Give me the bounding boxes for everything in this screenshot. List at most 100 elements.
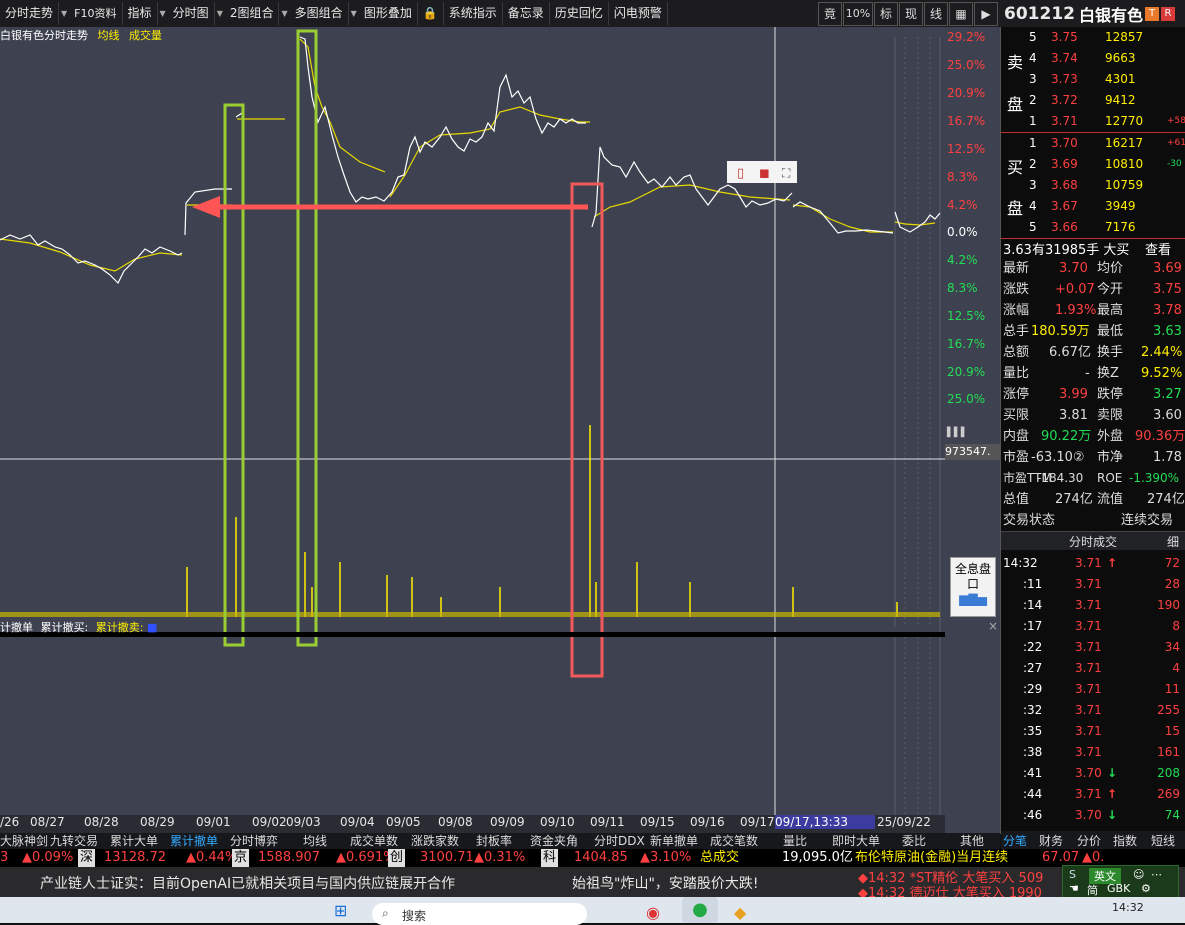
orderbook-buy-row[interactable]: 1 3.70 16217 +61 <box>1029 133 1185 154</box>
tick-volume: 190 <box>1157 598 1180 612</box>
toolbar-btn-f10[interactable]: F10资料 <box>69 2 123 25</box>
tab-indicator[interactable]: 分时博弈 <box>230 833 278 849</box>
ime-mode[interactable]: 简 <box>1087 882 1098 898</box>
ticker-item: 3 <box>0 850 9 865</box>
stat-label: 卖限 <box>1097 408 1124 423</box>
fullview-label: 全息盘口 <box>955 562 992 591</box>
chrome-icon[interactable]: ◉ <box>646 903 660 922</box>
orderbook-sell-row[interactable]: 4 3.74 9663 <box>1029 48 1185 69</box>
orderbook-buy-row[interactable]: 4 3.67 3949 <box>1029 196 1185 217</box>
wechat-icon[interactable]: ● <box>682 897 718 923</box>
big-order-link[interactable]: 查看 <box>1145 239 1171 258</box>
tab-finance[interactable]: 财务 <box>1039 832 1063 849</box>
lock-icon[interactable]: 🔒 <box>418 2 444 25</box>
stat-row: 涨停 3.99 跌停 3.27 <box>1003 384 1185 405</box>
gear-icon[interactable]: ⚙ <box>1141 882 1151 895</box>
tab-indicator[interactable]: 委比 <box>902 833 926 849</box>
stat-label: 总额 <box>1003 345 1030 360</box>
toolbar-btn-10pct[interactable]: 10% <box>843 2 873 26</box>
tab-indicator[interactable]: 量比 <box>783 833 807 849</box>
toolbar-btn-jing[interactable]: 竟 <box>818 2 842 26</box>
toolbar-btn-indicator[interactable]: 指标 <box>123 2 158 25</box>
tick-row: :35 3.71 15 <box>1003 721 1185 742</box>
tab-indicator[interactable]: 资金夹角 <box>530 833 578 849</box>
more-icon[interactable]: ⋯ <box>1151 868 1162 881</box>
search-box[interactable]: ⌕ 搜索 <box>372 903 587 925</box>
dropdown-arrow-icon[interactable]: ▼ <box>158 9 168 18</box>
stat-value: 3.27 <box>1153 387 1182 402</box>
ticker-item: 创 <box>388 849 406 867</box>
tab-indicator-active[interactable]: 累计撤单 <box>170 833 218 849</box>
tab-indicator[interactable]: 均线 <box>303 833 327 849</box>
pct-label: 29.2% <box>947 30 986 44</box>
toolbar-btn-2chart[interactable]: 2图组合 <box>225 2 280 25</box>
tab-price-distribution[interactable]: 分价 <box>1077 832 1101 849</box>
grid-icon[interactable]: ▦ <box>949 2 973 26</box>
windows-start-icon[interactable]: ⊞ <box>334 901 347 920</box>
ime-encoding[interactable]: GBK <box>1107 882 1130 895</box>
fullview-button[interactable]: 全息盘口 ▆▇▅ <box>950 557 996 617</box>
tick-volume: 4 <box>1172 661 1180 675</box>
tick-price: 3.71 <box>1075 682 1102 696</box>
expand-icon[interactable]: ⛶ <box>781 166 791 180</box>
tick-time: :38 <box>1023 745 1043 759</box>
tab-indicator[interactable]: 累计大单 <box>110 833 158 849</box>
orderbook-sell-row[interactable]: 2 3.72 9412 <box>1029 90 1185 111</box>
orderbook-buy-row[interactable]: 3 3.68 10759 <box>1029 175 1185 196</box>
dropdown-arrow-icon[interactable]: ▼ <box>215 9 225 18</box>
toolbar-btn-intraday-chart[interactable]: 分时图 <box>168 2 215 25</box>
play-icon[interactable]: ▶ <box>974 2 998 26</box>
tab-indicator[interactable]: 成交单数 <box>350 833 398 849</box>
doc-icon[interactable]: ▯ <box>737 166 744 181</box>
toolbar-btn-line[interactable]: 线 <box>924 2 948 26</box>
hand-icon[interactable]: ☚ <box>1069 882 1079 895</box>
tab-indicator[interactable]: 成交笔数 <box>710 833 758 849</box>
volume-bars-icon: ▌▌▌ <box>947 428 968 438</box>
tick-volume: 8 <box>1172 619 1180 633</box>
dropdown-arrow-icon[interactable]: ▼ <box>59 9 69 18</box>
toolbar-btn-multichart[interactable]: 多图组合 <box>290 2 349 25</box>
orderbook-sell-row[interactable]: 5 3.75 12857 <box>1029 27 1185 48</box>
ticks-detail-button[interactable]: 细 <box>1167 533 1179 550</box>
tab-indicator[interactable]: 封板率 <box>476 833 512 849</box>
tick-row: :46 3.70 ↓ 74 <box>1003 805 1185 826</box>
toolbar-btn-intraday[interactable]: 分时走势 <box>0 2 60 25</box>
news-headline[interactable]: 产业链人士证实：目前OpenAI已就相关项目与国内供应链展开合作 <box>40 873 455 893</box>
ime-toolbar[interactable]: S 英文 ☺ ⋯ ☚ 简 GBK ⚙ <box>1062 865 1179 899</box>
orderbook-buy-row[interactable]: 5 3.66 7176 <box>1029 217 1185 238</box>
toolbar-btn-history[interactable]: 历史回忆 <box>550 2 609 25</box>
app-icon[interactable]: ◆ <box>734 903 746 922</box>
orderbook-sell-row[interactable]: 1 3.71 12770 +58 <box>1029 111 1185 132</box>
toolbar-btn-memo[interactable]: 备忘录 <box>503 2 550 25</box>
os-taskbar: ⊞ ⌕ 搜索 ◉ ● ◆ 14:32 <box>0 897 1185 925</box>
stat-value: -1.390% <box>1129 471 1180 485</box>
orderbook-buy-row[interactable]: 2 3.69 10810 -30 <box>1029 154 1185 175</box>
close-icon[interactable]: × <box>988 619 998 633</box>
tab-index[interactable]: 指数 <box>1113 832 1137 849</box>
tab-indicator[interactable]: 分时DDX <box>594 833 645 849</box>
toolbar-btn-overlay[interactable]: 图形叠加 <box>359 2 418 25</box>
toolbar-btn-alert[interactable]: 闪电预警 <box>609 2 668 25</box>
tab-indicator[interactable]: 即时大单 <box>832 833 880 849</box>
toolbar-btn-now[interactable]: 现 <box>899 2 923 26</box>
tab-indicator[interactable]: 涨跌家数 <box>411 833 459 849</box>
tab-indicator[interactable]: 新单撤单 <box>650 833 698 849</box>
tick-price: 3.71 <box>1075 598 1102 612</box>
news-headline[interactable]: 始祖鸟"炸山"，安踏股价大跌! <box>572 873 759 893</box>
ob-level: 1 <box>1029 114 1037 128</box>
ob-level: 2 <box>1029 93 1037 107</box>
toolbar-btn-mark[interactable]: 标 <box>874 2 898 26</box>
toolbar-btn-system-indicator[interactable]: 系统指示 <box>444 2 503 25</box>
dropdown-arrow-icon[interactable]: ▼ <box>349 9 359 18</box>
orderbook-sell-row[interactable]: 3 3.73 4301 <box>1029 69 1185 90</box>
tab-ticks[interactable]: 分笔 <box>1003 832 1027 849</box>
tab-short-term[interactable]: 短线 <box>1151 832 1175 849</box>
emoji-icon[interactable]: ☺ <box>1133 868 1144 881</box>
tab-indicator[interactable]: 其他 <box>960 833 984 849</box>
clock[interactable]: 14:32 <box>1112 901 1144 914</box>
stamp-icon[interactable]: ◼ <box>759 166 770 181</box>
stat-value: 3.78 <box>1153 303 1182 318</box>
tab-indicator[interactable]: 大脉神剑 <box>0 833 48 849</box>
dropdown-arrow-icon[interactable]: ▼ <box>279 9 289 18</box>
tab-indicator[interactable]: 九转交易 <box>50 833 98 849</box>
